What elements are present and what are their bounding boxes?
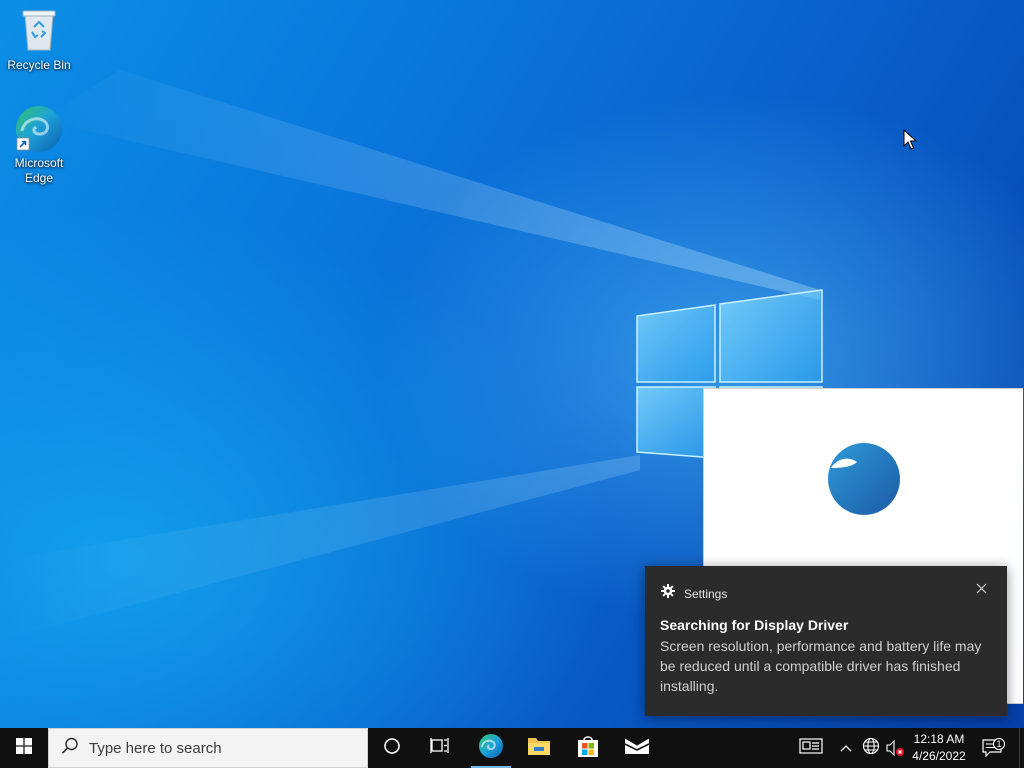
clock-date: 4/26/2022 (912, 749, 966, 763)
taskbar-search-box[interactable]: Type here to search (48, 728, 368, 768)
clock-time: 12:18 AM (913, 732, 965, 746)
desktop-icon-recycle-bin[interactable]: Recycle Bin (1, 6, 77, 73)
edge-icon (478, 733, 504, 764)
taskbar-clock[interactable]: 12:18 AM 4/26/2022 (908, 728, 970, 768)
desktop-icon-label: Microsoft Edge (14, 156, 64, 185)
news-and-interests-button[interactable] (796, 728, 826, 768)
desktop-icon-label: Recycle Bin (7, 58, 71, 72)
network-button[interactable] (860, 728, 882, 768)
cortana-icon (383, 737, 401, 760)
toast-header: Settings (661, 584, 727, 603)
taskbar-app-edge[interactable] (467, 728, 515, 768)
taskbar-app-file-explorer[interactable] (515, 728, 563, 768)
show-desktop-button[interactable] (1019, 728, 1024, 768)
show-hidden-icons-button[interactable] (837, 728, 855, 768)
chevron-up-icon (840, 739, 852, 757)
start-button[interactable] (0, 728, 48, 768)
desktop-icon-microsoft-edge[interactable]: Microsoft Edge (1, 104, 77, 186)
toast-title: Searching for Display Driver (660, 617, 849, 633)
notification-toast[interactable]: Settings Searching for Display Driver Sc… (645, 566, 1007, 716)
toast-app-name: Settings (684, 586, 728, 601)
taskbar: Type here to search 12:18 AM 4/26/2022 1 (0, 728, 1024, 768)
notification-icon: 1 (982, 737, 1006, 759)
store-icon (576, 734, 600, 763)
edge-logo-icon (827, 442, 901, 521)
action-center-button[interactable]: 1 (980, 728, 1008, 768)
taskbar-app-mail[interactable] (613, 728, 661, 768)
volume-muted-icon (885, 739, 905, 757)
news-icon (799, 737, 823, 759)
search-placeholder: Type here to search (89, 739, 222, 757)
close-icon (976, 581, 987, 599)
notification-count-badge: 1 (993, 738, 1005, 750)
edge-icon (14, 104, 64, 154)
volume-button[interactable] (884, 728, 906, 768)
gear-icon (661, 584, 675, 603)
toast-close-button[interactable] (973, 582, 989, 598)
cortana-button[interactable] (368, 728, 416, 768)
globe-icon (862, 737, 880, 760)
windows-logo-icon (16, 737, 32, 759)
search-icon (61, 737, 79, 760)
file-explorer-icon (527, 735, 551, 762)
toast-message: Screen resolution, performance and batte… (660, 638, 982, 694)
task-view-icon (430, 737, 450, 760)
task-view-button[interactable] (416, 728, 464, 768)
recycle-bin-icon (1, 6, 77, 56)
taskbar-app-store[interactable] (564, 728, 612, 768)
mail-icon (624, 737, 650, 760)
mouse-cursor-icon (903, 128, 918, 156)
